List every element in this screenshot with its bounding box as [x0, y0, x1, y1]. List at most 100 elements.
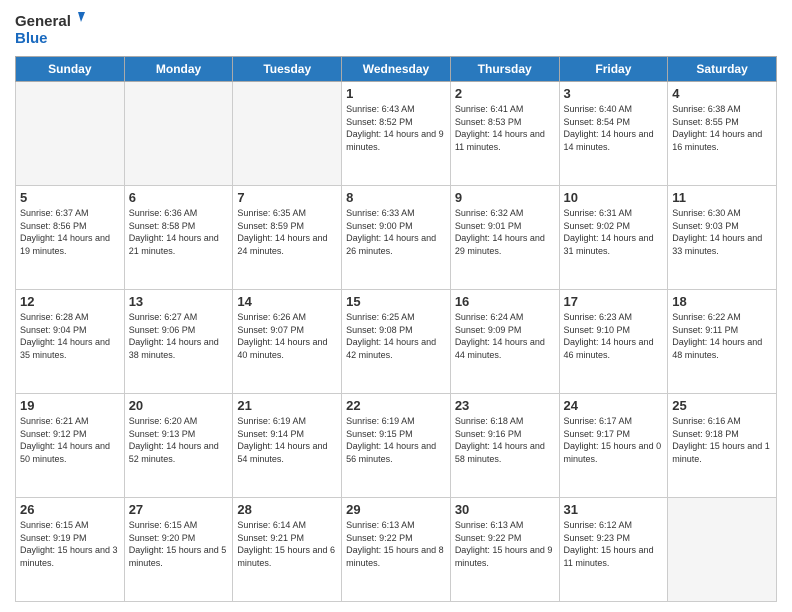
cell-day-number: 31 [564, 502, 664, 517]
calendar-week-5: 26 Sunrise: 6:15 AM Sunset: 9:19 PM Dayli… [16, 498, 777, 602]
cell-info: Sunrise: 6:26 AM Sunset: 9:07 PM Dayligh… [237, 311, 337, 361]
calendar-table: SundayMondayTuesdayWednesdayThursdayFrid… [15, 56, 777, 602]
calendar-header-tuesday: Tuesday [233, 57, 342, 82]
cell-day-number: 3 [564, 86, 664, 101]
cell-day-number: 5 [20, 190, 120, 205]
cell-day-number: 4 [672, 86, 772, 101]
cell-info: Sunrise: 6:19 AM Sunset: 9:14 PM Dayligh… [237, 415, 337, 465]
calendar-cell: 6 Sunrise: 6:36 AM Sunset: 8:58 PM Daylig… [124, 186, 233, 290]
calendar-cell: 21 Sunrise: 6:19 AM Sunset: 9:14 PM Dayli… [233, 394, 342, 498]
cell-day-number: 22 [346, 398, 446, 413]
calendar-cell [233, 82, 342, 186]
cell-day-number: 14 [237, 294, 337, 309]
calendar-header-row: SundayMondayTuesdayWednesdayThursdayFrid… [16, 57, 777, 82]
calendar-cell: 26 Sunrise: 6:15 AM Sunset: 9:19 PM Dayli… [16, 498, 125, 602]
cell-info: Sunrise: 6:13 AM Sunset: 9:22 PM Dayligh… [455, 519, 555, 569]
cell-info: Sunrise: 6:15 AM Sunset: 9:19 PM Dayligh… [20, 519, 120, 569]
calendar-cell: 14 Sunrise: 6:26 AM Sunset: 9:07 PM Dayli… [233, 290, 342, 394]
cell-info: Sunrise: 6:43 AM Sunset: 8:52 PM Dayligh… [346, 103, 446, 153]
cell-info: Sunrise: 6:35 AM Sunset: 8:59 PM Dayligh… [237, 207, 337, 257]
cell-info: Sunrise: 6:27 AM Sunset: 9:06 PM Dayligh… [129, 311, 229, 361]
calendar-cell: 22Sunrise: 6:19 AM Sunset: 9:15 PM Dayli… [342, 394, 451, 498]
calendar-week-1: 1 Sunrise: 6:43 AM Sunset: 8:52 PM Daylig… [16, 82, 777, 186]
cell-day-number: 13 [129, 294, 229, 309]
cell-info: Sunrise: 6:22 AM Sunset: 9:11 PM Dayligh… [672, 311, 772, 361]
cell-day-number: 21 [237, 398, 337, 413]
cell-day-number: 8 [346, 190, 446, 205]
cell-info: Sunrise: 6:20 AM Sunset: 9:13 PM Dayligh… [129, 415, 229, 465]
calendar-week-3: 12 Sunrise: 6:28 AM Sunset: 9:04 PM Dayli… [16, 290, 777, 394]
calendar-cell: 17 Sunrise: 6:23 AM Sunset: 9:10 PM Dayli… [559, 290, 668, 394]
cell-day-number: 27 [129, 502, 229, 517]
calendar-cell: 5 Sunrise: 6:37 AM Sunset: 8:56 PM Daylig… [16, 186, 125, 290]
calendar-cell: 9Sunrise: 6:32 AM Sunset: 9:01 PM Daylig… [450, 186, 559, 290]
cell-day-number: 19 [20, 398, 120, 413]
calendar-header-saturday: Saturday [668, 57, 777, 82]
calendar-week-2: 5 Sunrise: 6:37 AM Sunset: 8:56 PM Daylig… [16, 186, 777, 290]
cell-day-number: 16 [455, 294, 555, 309]
calendar-cell: 11Sunrise: 6:30 AM Sunset: 9:03 PM Dayli… [668, 186, 777, 290]
cell-day-number: 6 [129, 190, 229, 205]
cell-info: Sunrise: 6:31 AM Sunset: 9:02 PM Dayligh… [564, 207, 664, 257]
calendar-header-thursday: Thursday [450, 57, 559, 82]
calendar-cell: 4Sunrise: 6:38 AM Sunset: 8:55 PM Daylig… [668, 82, 777, 186]
svg-text:General: General [15, 13, 71, 30]
calendar-cell: 18 Sunrise: 6:22 AM Sunset: 9:11 PM Dayli… [668, 290, 777, 394]
cell-day-number: 26 [20, 502, 120, 517]
cell-day-number: 30 [455, 502, 555, 517]
cell-info: Sunrise: 6:36 AM Sunset: 8:58 PM Dayligh… [129, 207, 229, 257]
cell-info: Sunrise: 6:24 AM Sunset: 9:09 PM Dayligh… [455, 311, 555, 361]
calendar-cell: 15Sunrise: 6:25 AM Sunset: 9:08 PM Dayli… [342, 290, 451, 394]
cell-info: Sunrise: 6:14 AM Sunset: 9:21 PM Dayligh… [237, 519, 337, 569]
cell-info: Sunrise: 6:16 AM Sunset: 9:18 PM Dayligh… [672, 415, 772, 465]
logo-svg: General Blue [15, 10, 85, 48]
header: General Blue [15, 10, 777, 48]
calendar-header-wednesday: Wednesday [342, 57, 451, 82]
calendar-cell: 27 Sunrise: 6:15 AM Sunset: 9:20 PM Dayli… [124, 498, 233, 602]
calendar-cell: 25 Sunrise: 6:16 AM Sunset: 9:18 PM Dayli… [668, 394, 777, 498]
logo: General Blue [15, 10, 85, 48]
calendar-cell: 1 Sunrise: 6:43 AM Sunset: 8:52 PM Daylig… [342, 82, 451, 186]
cell-info: Sunrise: 6:32 AM Sunset: 9:01 PM Dayligh… [455, 207, 555, 257]
cell-day-number: 29 [346, 502, 446, 517]
calendar-cell: 20 Sunrise: 6:20 AM Sunset: 9:13 PM Dayli… [124, 394, 233, 498]
calendar-week-4: 19 Sunrise: 6:21 AM Sunset: 9:12 PM Dayli… [16, 394, 777, 498]
calendar-cell: 19 Sunrise: 6:21 AM Sunset: 9:12 PM Dayli… [16, 394, 125, 498]
cell-info: Sunrise: 6:17 AM Sunset: 9:17 PM Dayligh… [564, 415, 664, 465]
cell-day-number: 20 [129, 398, 229, 413]
calendar-cell [124, 82, 233, 186]
calendar-cell: 16 Sunrise: 6:24 AM Sunset: 9:09 PM Dayli… [450, 290, 559, 394]
cell-info: Sunrise: 6:40 AM Sunset: 8:54 PM Dayligh… [564, 103, 664, 153]
calendar-cell: 23 Sunrise: 6:18 AM Sunset: 9:16 PM Dayli… [450, 394, 559, 498]
cell-day-number: 11 [672, 190, 772, 205]
cell-info: Sunrise: 6:28 AM Sunset: 9:04 PM Dayligh… [20, 311, 120, 361]
cell-day-number: 7 [237, 190, 337, 205]
calendar-cell [16, 82, 125, 186]
cell-info: Sunrise: 6:18 AM Sunset: 9:16 PM Dayligh… [455, 415, 555, 465]
cell-day-number: 25 [672, 398, 772, 413]
cell-day-number: 15 [346, 294, 446, 309]
cell-info: Sunrise: 6:21 AM Sunset: 9:12 PM Dayligh… [20, 415, 120, 465]
calendar-cell: 30 Sunrise: 6:13 AM Sunset: 9:22 PM Dayli… [450, 498, 559, 602]
calendar-header-sunday: Sunday [16, 57, 125, 82]
calendar-cell: 28Sunrise: 6:14 AM Sunset: 9:21 PM Dayli… [233, 498, 342, 602]
cell-info: Sunrise: 6:23 AM Sunset: 9:10 PM Dayligh… [564, 311, 664, 361]
calendar-cell: 31 Sunrise: 6:12 AM Sunset: 9:23 PM Dayli… [559, 498, 668, 602]
calendar-header-friday: Friday [559, 57, 668, 82]
svg-text:Blue: Blue [15, 30, 48, 47]
cell-day-number: 17 [564, 294, 664, 309]
cell-info: Sunrise: 6:37 AM Sunset: 8:56 PM Dayligh… [20, 207, 120, 257]
cell-day-number: 10 [564, 190, 664, 205]
cell-info: Sunrise: 6:13 AM Sunset: 9:22 PM Dayligh… [346, 519, 446, 569]
cell-day-number: 1 [346, 86, 446, 101]
cell-day-number: 18 [672, 294, 772, 309]
page: General Blue SundayMondayTuesdayWednesda… [0, 0, 792, 612]
cell-info: Sunrise: 6:15 AM Sunset: 9:20 PM Dayligh… [129, 519, 229, 569]
calendar-cell: 12 Sunrise: 6:28 AM Sunset: 9:04 PM Dayli… [16, 290, 125, 394]
cell-day-number: 23 [455, 398, 555, 413]
calendar-cell: 13 Sunrise: 6:27 AM Sunset: 9:06 PM Dayli… [124, 290, 233, 394]
cell-info: Sunrise: 6:12 AM Sunset: 9:23 PM Dayligh… [564, 519, 664, 569]
cell-info: Sunrise: 6:33 AM Sunset: 9:00 PM Dayligh… [346, 207, 446, 257]
cell-day-number: 24 [564, 398, 664, 413]
cell-day-number: 12 [20, 294, 120, 309]
